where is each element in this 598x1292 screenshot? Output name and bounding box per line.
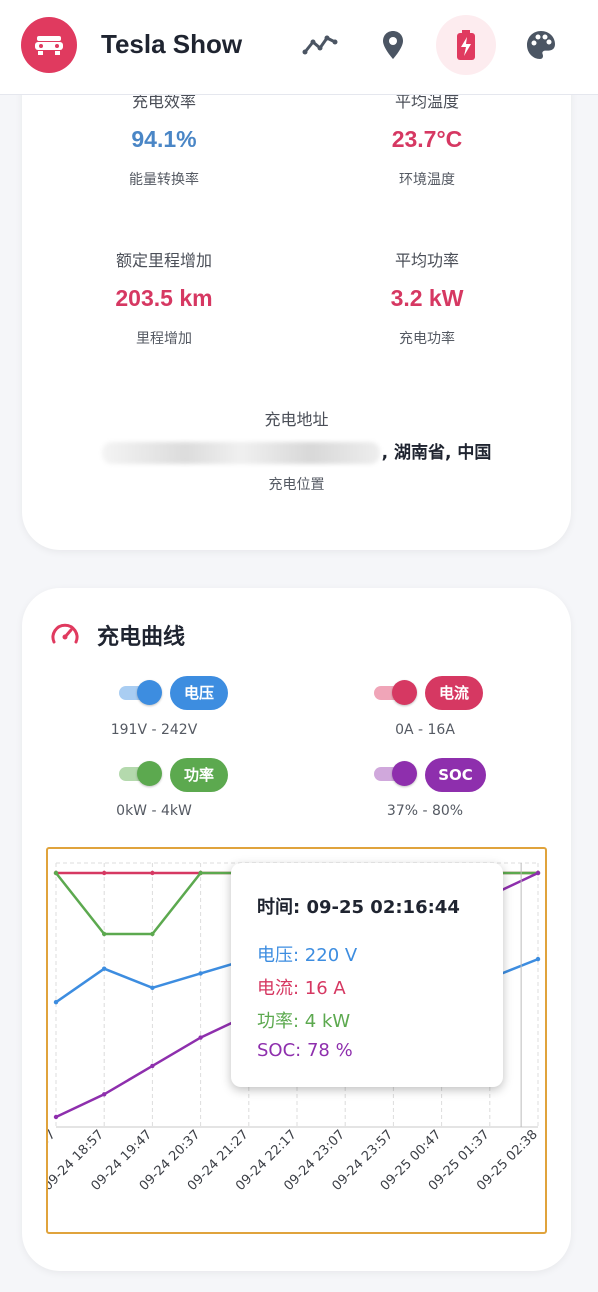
address-separator: , bbox=[381, 443, 394, 463]
charge-stats-card: 充电效率 94.1% 能量转换率 平均温度 23.7°C 环境温度 额定里程增加… bbox=[22, 40, 571, 550]
palette-icon bbox=[527, 31, 555, 59]
speedometer-icon bbox=[51, 623, 79, 644]
chart-tooltip: 时间: 09-25 02:16:44 电压: 220 V 电流: 16 A 功率… bbox=[231, 863, 503, 1087]
point-soc[interactable] bbox=[198, 1035, 203, 1040]
point-soc[interactable] bbox=[535, 870, 541, 876]
avg-power-stat: 平均功率 3.2 kW 充电功率 bbox=[297, 247, 557, 348]
efficiency-stat: 充电效率 94.1% 能量转换率 bbox=[34, 88, 294, 189]
point-current[interactable] bbox=[150, 870, 155, 876]
point-power[interactable] bbox=[150, 931, 155, 937]
point-soc[interactable] bbox=[53, 1114, 59, 1120]
voltage-toggle-knob bbox=[137, 680, 162, 705]
soc-toggle-knob bbox=[392, 761, 417, 786]
battery-charging-icon bbox=[457, 30, 475, 60]
car-icon bbox=[35, 36, 63, 55]
soc-chip[interactable]: SOC bbox=[425, 758, 486, 792]
voltage-chip[interactable]: 电压 bbox=[170, 676, 228, 710]
point-voltage[interactable] bbox=[150, 985, 155, 991]
current-toggle-knob bbox=[392, 680, 417, 705]
current-range: 0A - 16A bbox=[395, 722, 455, 738]
charging-curve-card: 充电曲线 电压 191V - 242V 电流 0A - 16A 功率 0kW -… bbox=[22, 588, 571, 1271]
app-title: Tesla Show bbox=[101, 29, 243, 59]
app-logo[interactable] bbox=[21, 17, 77, 73]
nav-charging[interactable] bbox=[436, 15, 496, 75]
point-voltage[interactable] bbox=[53, 999, 59, 1005]
power-chip[interactable]: 功率 bbox=[170, 758, 228, 792]
power-toggle[interactable] bbox=[119, 761, 162, 786]
tooltip-voltage: 电压: 220 V bbox=[257, 945, 358, 966]
point-current[interactable] bbox=[102, 870, 107, 876]
top-bar: Tesla Show bbox=[0, 0, 598, 95]
point-voltage[interactable] bbox=[102, 966, 107, 971]
tooltip-current: 电流: 16 A bbox=[257, 978, 346, 999]
point-soc[interactable] bbox=[150, 1063, 155, 1069]
current-toggle[interactable] bbox=[374, 680, 417, 705]
temperature-value: 23.7°C bbox=[391, 126, 463, 152]
efficiency-value: 94.1% bbox=[131, 126, 197, 152]
tooltip-time: 时间: 09-25 02:16:44 bbox=[257, 897, 460, 918]
chart-icon bbox=[302, 35, 338, 55]
nav-chart[interactable] bbox=[290, 15, 350, 75]
temperature-stat: 平均温度 23.7°C 环境温度 bbox=[297, 88, 557, 189]
power-toggle-knob bbox=[137, 761, 162, 786]
point-voltage[interactable] bbox=[198, 971, 203, 976]
soc-range: 37% - 80% bbox=[386, 803, 464, 819]
avg-power-value: 3.2 kW bbox=[390, 285, 464, 311]
voltage-toggle[interactable] bbox=[119, 680, 162, 705]
avg-power-sub: 充电功率 bbox=[399, 331, 455, 347]
point-soc[interactable] bbox=[102, 1092, 107, 1097]
range-added-stat: 额定里程增加 203.5 km 里程增加 bbox=[34, 247, 294, 348]
point-power[interactable] bbox=[53, 870, 59, 876]
point-power[interactable] bbox=[198, 870, 203, 876]
nav-location[interactable] bbox=[363, 15, 423, 75]
location-icon bbox=[383, 31, 403, 59]
tooltip-soc: SOC: 78 % bbox=[257, 1040, 353, 1061]
section-title: 充电曲线 bbox=[97, 625, 186, 650]
range-added-value: 203.5 km bbox=[115, 285, 213, 311]
temperature-sub: 环境温度 bbox=[399, 172, 455, 188]
range-added-label: 额定里程增加 bbox=[115, 251, 212, 270]
nav-theme[interactable] bbox=[511, 15, 571, 75]
avg-power-label: 平均功率 bbox=[394, 251, 459, 270]
address-redacted bbox=[101, 442, 380, 464]
soc-toggle[interactable] bbox=[374, 761, 417, 786]
point-power[interactable] bbox=[102, 931, 107, 937]
point-voltage[interactable] bbox=[535, 956, 541, 962]
range-added-sub: 里程增加 bbox=[136, 331, 192, 347]
address-label: 充电地址 bbox=[264, 410, 329, 429]
efficiency-sub: 能量转换率 bbox=[129, 172, 199, 188]
voltage-range: 191V - 242V bbox=[110, 722, 198, 738]
address-sub: 充电位置 bbox=[268, 477, 325, 493]
current-chip[interactable]: 电流 bbox=[425, 676, 483, 710]
tooltip-power: 功率: 4 kW bbox=[257, 1011, 351, 1032]
power-range: 0kW - 4kW bbox=[116, 803, 192, 819]
address-text: 湖南省, 中国 bbox=[394, 443, 492, 463]
address-value: , 湖南省, 中国 bbox=[22, 438, 571, 464]
